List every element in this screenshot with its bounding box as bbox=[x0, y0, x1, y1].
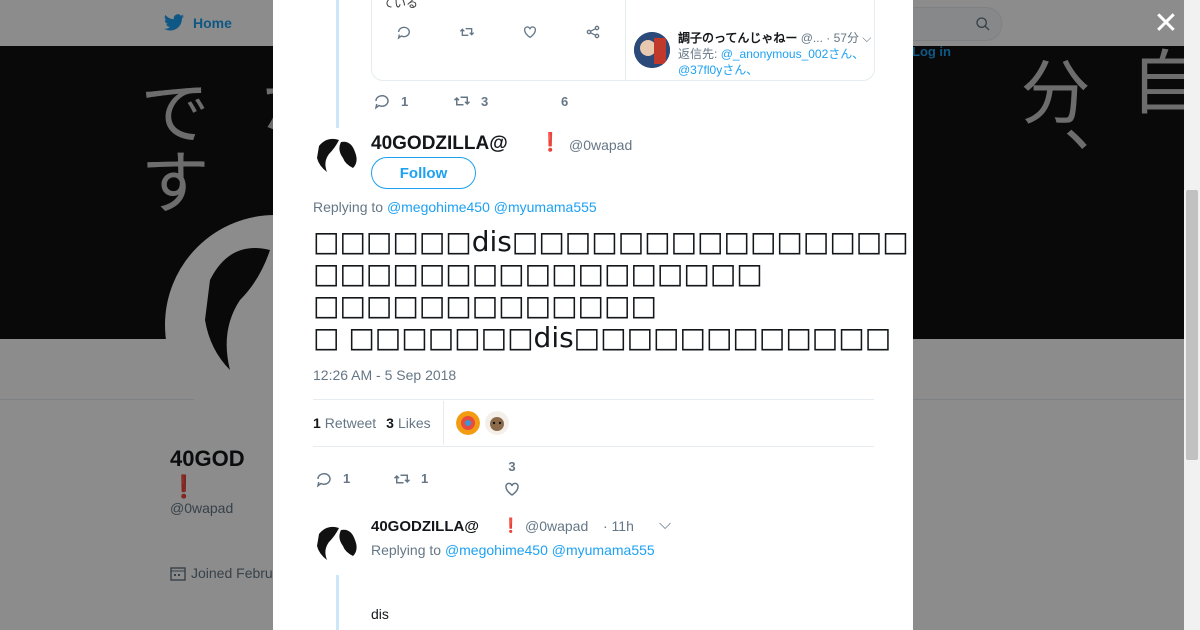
liker-avatar[interactable] bbox=[455, 411, 480, 435]
retweet-icon bbox=[435, 24, 498, 40]
chevron-down-icon[interactable]: ⌵ bbox=[659, 516, 671, 534]
reply-author-handle[interactable]: @0wapad bbox=[525, 518, 588, 534]
reply-author-name[interactable]: 40GODZILLA@ bbox=[371, 518, 479, 535]
like-button[interactable]: 3 bbox=[503, 459, 521, 498]
share-icon bbox=[561, 24, 624, 40]
retweet-icon bbox=[453, 96, 471, 106]
reply-button[interactable]: 1 bbox=[373, 92, 453, 110]
likes-stat[interactable]: 3 Likes bbox=[386, 415, 430, 431]
thread-line bbox=[336, 575, 339, 630]
tweet-timestamp[interactable]: 12:26 AM - 5 Sep 2018 bbox=[313, 367, 456, 383]
reply-users-link[interactable]: @megohime450 @myumama555 bbox=[445, 542, 655, 558]
reply-replying-to: Replying to @megohime450 @myumama555 bbox=[371, 542, 655, 558]
retweet-button[interactable]: 1 bbox=[393, 470, 503, 488]
like-count: 6 bbox=[561, 93, 569, 109]
close-icon[interactable]: ✕ bbox=[1152, 9, 1180, 39]
reply-icon bbox=[374, 94, 389, 110]
reply-time[interactable]: · 11h bbox=[603, 518, 634, 534]
reply-button[interactable]: 1 bbox=[315, 470, 393, 488]
reply-text: dis bbox=[371, 606, 389, 622]
like-button[interactable]: 6 bbox=[561, 94, 568, 109]
stats-divider bbox=[442, 401, 444, 445]
tweet-actions: 1 1 3 bbox=[315, 459, 521, 498]
exclamation-icon: ❗ bbox=[502, 517, 520, 533]
quoted-user-avatar bbox=[634, 32, 670, 68]
author-handle[interactable]: @0wapad bbox=[569, 137, 632, 153]
reply-count: 1 bbox=[343, 471, 351, 486]
quoted-media-right: 調子のってんじゃねー @... · 57分 ⌵ 返信先: @_anonymous… bbox=[625, 0, 874, 80]
scrollbar-thumb[interactable] bbox=[1186, 190, 1198, 460]
retweet-button[interactable]: 3 bbox=[453, 92, 561, 110]
liker-avatar[interactable] bbox=[484, 411, 509, 435]
heart-icon bbox=[498, 24, 561, 40]
retweet-stat[interactable]: 1 Retweet bbox=[313, 415, 376, 431]
quoted-left-actions bbox=[372, 24, 624, 40]
reply-icon bbox=[316, 472, 331, 488]
reply-icon bbox=[372, 24, 435, 40]
quoted-media-left: ている bbox=[372, 0, 624, 80]
quoted-left-text: ている bbox=[382, 0, 419, 10]
quoted-media[interactable]: ている 調子のってんじゃねー @... · 57分 ⌵ 返信先: @_anony… bbox=[371, 0, 875, 81]
like-count: 3 bbox=[508, 459, 516, 474]
tweet-text: □□□□□□dis□□□□□□□□□□□□□□□ □□□□□□□□□□□□□□□… bbox=[313, 225, 909, 354]
reply-users-link[interactable]: @megohime450 @myumama555 bbox=[387, 199, 597, 215]
tweet-modal: ている 調子のってんじゃねー @... · 57分 ⌵ 返信先: @_anony… bbox=[273, 0, 913, 630]
author-avatar[interactable] bbox=[313, 132, 361, 180]
retweet-icon bbox=[393, 474, 411, 483]
quoted-reply-to: 返信先: @_anonymous_002さん、@37fl0yさん、 bbox=[678, 47, 865, 77]
reply-count: 1 bbox=[401, 93, 409, 109]
thread-line bbox=[336, 0, 339, 128]
author-name[interactable]: 40GODZILLA@ bbox=[371, 133, 508, 155]
quoted-user-name: 調子のってんじゃねー @... · 57分 ⌵ bbox=[678, 31, 872, 45]
retweet-count: 3 bbox=[481, 93, 489, 109]
scrollbar[interactable] bbox=[1184, 0, 1200, 630]
previous-tweet-actions: 1 3 6 bbox=[373, 92, 568, 110]
tweet-stats: 1 Retweet 3 Likes bbox=[313, 399, 874, 447]
exclamation-icon: ❗ bbox=[539, 132, 562, 152]
follow-button[interactable]: Follow bbox=[371, 157, 476, 189]
replying-to: Replying to @megohime450 @myumama555 bbox=[313, 199, 597, 215]
heart-icon bbox=[505, 482, 519, 496]
retweet-count: 1 bbox=[421, 471, 429, 486]
reply-author-avatar[interactable] bbox=[313, 520, 361, 568]
